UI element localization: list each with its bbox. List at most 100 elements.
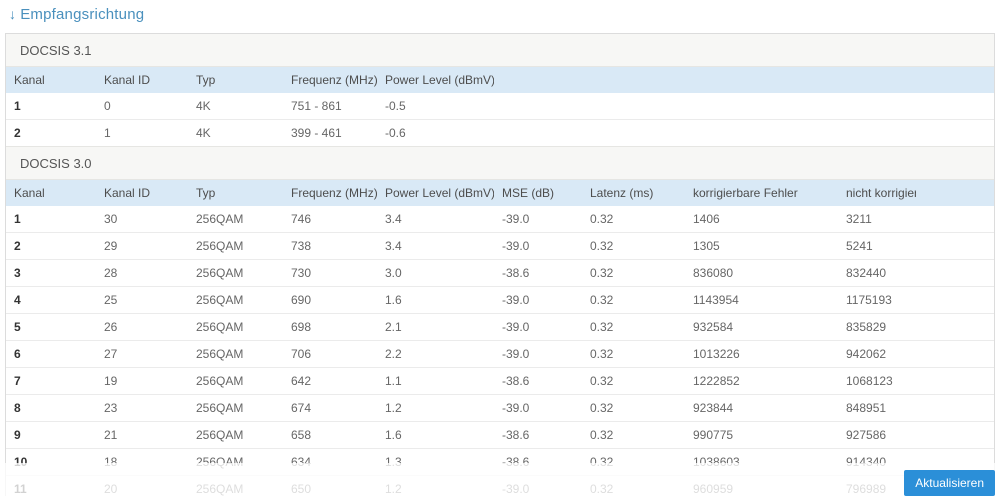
cell: 642 xyxy=(283,367,377,395)
column-header: Typ xyxy=(188,180,283,206)
cell: -39.0 xyxy=(494,206,582,233)
column-header: Frequenz (MHz) xyxy=(283,67,377,93)
docsis31-table: Kanal Kanal ID Typ Frequenz (MHz) Power Leve… xyxy=(6,67,994,146)
cell: 1305 xyxy=(685,232,838,260)
cell: 256QAM xyxy=(188,232,283,260)
cell: 1143954 xyxy=(685,286,838,314)
cell: -39.0 xyxy=(494,394,582,422)
table-row: 6 27 256QAM 706 2.2 -39.0 0.32 1013226 942062 xyxy=(6,340,994,368)
table-row: 5 26 256QAM 698 2.1 -39.0 0.32 932584 835829 xyxy=(6,313,994,341)
cell: 2.2 xyxy=(377,340,494,368)
cell: 27 xyxy=(96,340,188,368)
cell-filler xyxy=(916,394,994,422)
cell: 256QAM xyxy=(188,206,283,233)
cell: -0.5 xyxy=(377,93,494,120)
cell: 832440 xyxy=(838,259,916,287)
cell: 848951 xyxy=(838,394,916,422)
cell: 4 xyxy=(6,286,96,314)
column-header: Kanal ID xyxy=(96,180,188,206)
section-header-docsis30: DOCSIS 3.0 xyxy=(6,146,994,180)
refresh-button[interactable]: Aktualisieren xyxy=(904,470,995,496)
cell: -38.6 xyxy=(494,259,582,287)
column-header-filler xyxy=(916,180,994,206)
docsis30-table: Kanal Kanal ID Typ Frequenz (MHz) Power Leve… xyxy=(6,180,994,496)
cell: 9 xyxy=(6,421,96,449)
column-header: Typ xyxy=(188,67,283,93)
section-header-docsis31: DOCSIS 3.1 xyxy=(6,34,994,67)
cell-filler xyxy=(916,232,994,260)
cell: 256QAM xyxy=(188,367,283,395)
cell: 2.1 xyxy=(377,313,494,341)
cell: 927586 xyxy=(838,421,916,449)
cell: 0.32 xyxy=(582,232,685,260)
table-header-row: Kanal Kanal ID Typ Frequenz (MHz) Power Leve… xyxy=(6,180,994,206)
cell-filler xyxy=(916,367,994,395)
cell: 0.32 xyxy=(582,313,685,341)
table-row: 4 25 256QAM 690 1.6 -39.0 0.32 1143954 1175193 xyxy=(6,286,994,314)
table-row: 1 0 4K 751 - 861 -0.5 xyxy=(6,93,994,120)
cell: 256QAM xyxy=(188,340,283,368)
column-header: nicht korrigierbare Fehler xyxy=(838,180,916,206)
cell: 690 xyxy=(283,286,377,314)
cell: 0.32 xyxy=(582,259,685,287)
channel-tables-panel: DOCSIS 3.1 Kanal Kanal ID Typ Frequenz (MHz… xyxy=(5,33,995,496)
cell: 835829 xyxy=(838,313,916,341)
cell: 990775 xyxy=(685,421,838,449)
cell: 3211 xyxy=(838,206,916,233)
column-header-filler xyxy=(494,67,994,93)
column-header: Power Level (dBmV) xyxy=(377,180,494,206)
cell-filler xyxy=(916,421,994,449)
cell: -0.6 xyxy=(377,119,494,146)
table-row: 3 28 256QAM 730 3.0 -38.6 0.32 836080 832440 xyxy=(6,259,994,287)
column-header: Latenz (ms) xyxy=(582,180,685,206)
column-header: Power Level (dBmV) xyxy=(377,67,494,93)
cell: 1175193 xyxy=(838,286,916,314)
page: ↓ Empfangsrichtung DOCSIS 3.1 Kanal Kanal … xyxy=(0,0,999,496)
cell: 706 xyxy=(283,340,377,368)
cell: 256QAM xyxy=(188,286,283,314)
cell: 0.32 xyxy=(582,340,685,368)
column-header: Kanal xyxy=(6,180,96,206)
cell: 3.4 xyxy=(377,206,494,233)
cell: 7 xyxy=(6,367,96,395)
cell: 4K xyxy=(188,119,283,146)
cell: 28 xyxy=(96,259,188,287)
column-header: Kanal xyxy=(6,67,96,93)
cell: 1.2 xyxy=(377,394,494,422)
cell: 1068123 xyxy=(838,367,916,395)
cell-filler xyxy=(916,259,994,287)
cell: 4K xyxy=(188,93,283,120)
cell: 923844 xyxy=(685,394,838,422)
cell: 1 xyxy=(6,93,96,120)
cell-filler xyxy=(916,340,994,368)
cell: 29 xyxy=(96,232,188,260)
cell: 5241 xyxy=(838,232,916,260)
cell: 1.6 xyxy=(377,421,494,449)
cell-filler xyxy=(916,313,994,341)
cell: 0.32 xyxy=(582,421,685,449)
loading-fade-overlay xyxy=(0,463,999,496)
cell: -39.0 xyxy=(494,286,582,314)
cell: 399 - 461 xyxy=(283,119,377,146)
cell: 0 xyxy=(96,93,188,120)
cell: 0.32 xyxy=(582,286,685,314)
cell: 932584 xyxy=(685,313,838,341)
cell: 6 xyxy=(6,340,96,368)
page-title-text: Empfangsrichtung xyxy=(20,6,145,23)
cell-filler xyxy=(916,286,994,314)
cell: 0.32 xyxy=(582,394,685,422)
column-header: korrigierbare Fehler xyxy=(685,180,838,206)
cell: 942062 xyxy=(838,340,916,368)
cell: 698 xyxy=(283,313,377,341)
cell: 658 xyxy=(283,421,377,449)
cell-filler xyxy=(916,206,994,233)
column-header: Frequenz (MHz) xyxy=(283,180,377,206)
cell: 5 xyxy=(6,313,96,341)
cell: 1222852 xyxy=(685,367,838,395)
cell: 836080 xyxy=(685,259,838,287)
down-arrow-icon: ↓ xyxy=(9,6,17,22)
cell: 1 xyxy=(96,119,188,146)
table-row: 8 23 256QAM 674 1.2 -39.0 0.32 923844 848951 xyxy=(6,394,994,422)
cell: 26 xyxy=(96,313,188,341)
cell: 674 xyxy=(283,394,377,422)
